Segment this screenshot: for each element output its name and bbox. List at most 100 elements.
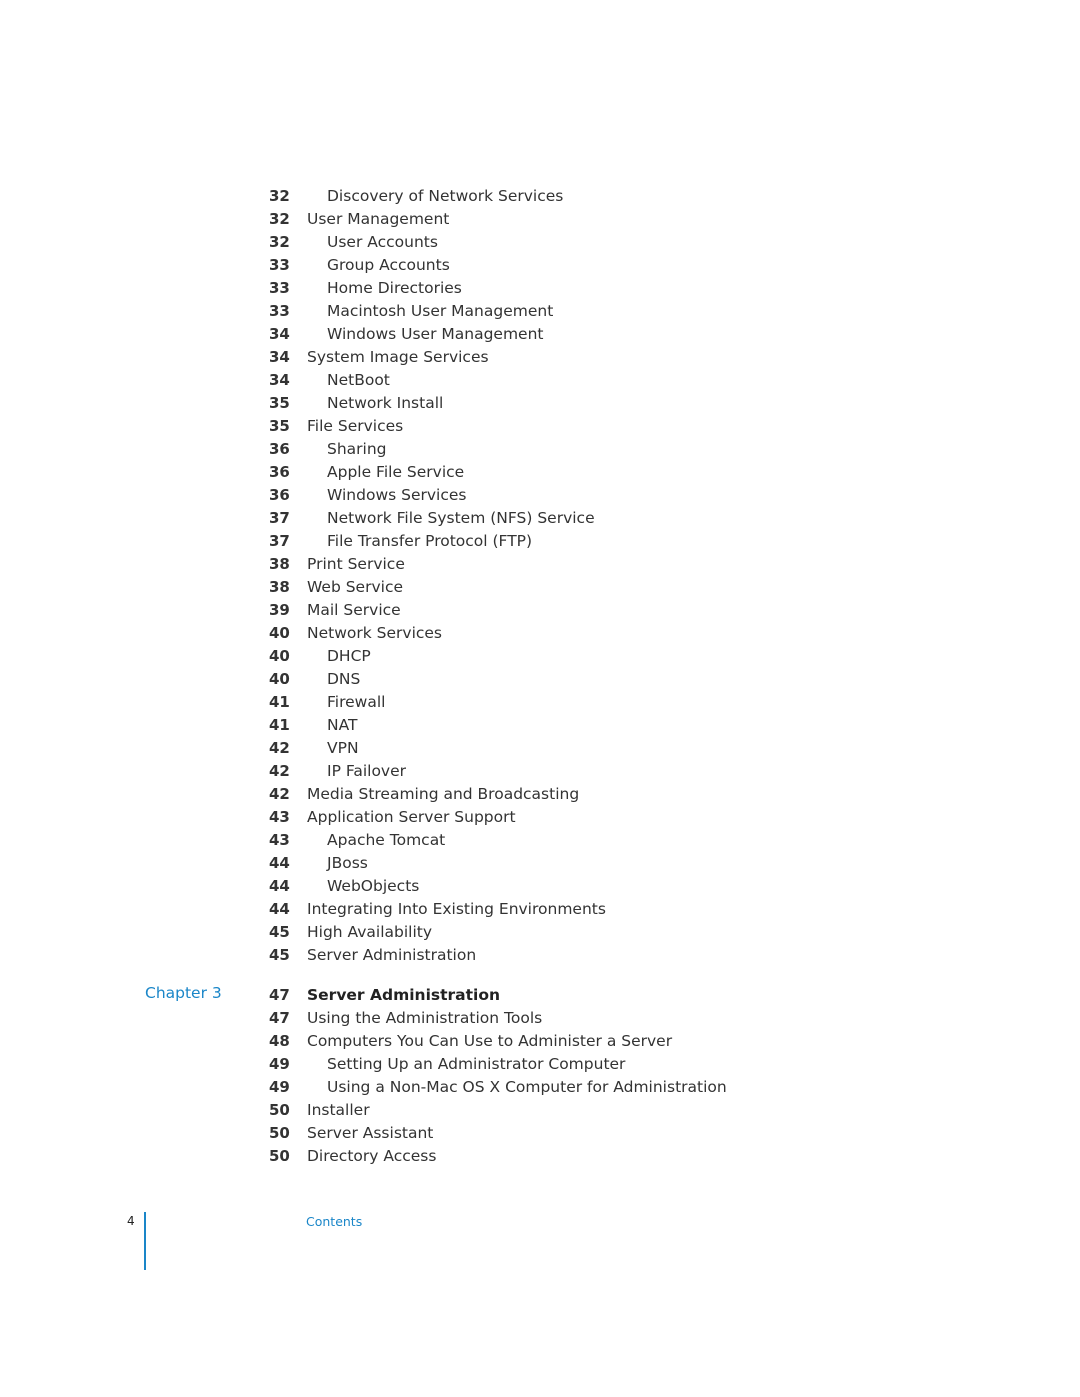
toc-page-number: 50 (269, 1101, 290, 1119)
toc-entry[interactable]: 34 Windows User Management (269, 323, 789, 346)
toc-entry-title: Media Streaming and Broadcasting (307, 785, 580, 803)
toc-entry[interactable]: 42 IP Failover (269, 760, 789, 783)
table-of-contents: 32 Discovery of Network Services 32 User Ma… (269, 185, 789, 1168)
toc-entry-title: Network Install (327, 394, 444, 412)
toc-page-number: 44 (269, 900, 290, 918)
toc-entry-title: System Image Services (307, 348, 489, 366)
toc-entry-title: VPN (327, 739, 359, 757)
toc-page-number: 42 (269, 739, 290, 757)
toc-page-number: 39 (269, 601, 290, 619)
toc-entry[interactable]: 33 Macintosh User Management (269, 300, 789, 323)
toc-entry[interactable]: 41 Firewall (269, 691, 789, 714)
footer-page-number: 4 (127, 1214, 135, 1228)
toc-entry[interactable]: 49 Using a Non-Mac OS X Computer for Admi… (269, 1076, 789, 1099)
toc-page-number: 43 (269, 831, 290, 849)
toc-page-number: 33 (269, 256, 290, 274)
toc-page-number: 37 (269, 509, 290, 527)
toc-entry[interactable]: 32 Discovery of Network Services (269, 185, 789, 208)
toc-entry[interactable]: 39 Mail Service (269, 599, 789, 622)
toc-entry-title: Server Administration (307, 986, 501, 1004)
toc-entry[interactable]: 34 NetBoot (269, 369, 789, 392)
toc-entry-title: Using a Non-Mac OS X Computer for Admini… (327, 1078, 727, 1096)
toc-page-number: 34 (269, 348, 290, 366)
toc-entry-title: Windows User Management (327, 325, 544, 343)
toc-page-number: 50 (269, 1147, 290, 1165)
toc-chapter-entry[interactable]: 47 Server Administration (269, 984, 789, 1007)
toc-entry-title: WebObjects (327, 877, 420, 895)
toc-page-number: 35 (269, 394, 290, 412)
toc-entry-title: Application Server Support (307, 808, 516, 826)
toc-entry[interactable]: 40 Network Services (269, 622, 789, 645)
toc-entry-title: DHCP (327, 647, 371, 665)
toc-entry[interactable]: 33 Group Accounts (269, 254, 789, 277)
footer-divider (144, 1212, 146, 1270)
toc-entry-title: Mail Service (307, 601, 401, 619)
toc-entry[interactable]: 33 Home Directories (269, 277, 789, 300)
toc-page-number: 40 (269, 647, 290, 665)
toc-entry[interactable]: 34 System Image Services (269, 346, 789, 369)
toc-entry[interactable]: 32 User Management (269, 208, 789, 231)
toc-entry-title: File Services (307, 417, 404, 435)
toc-entry[interactable]: 50 Server Assistant (269, 1122, 789, 1145)
toc-page-number: 32 (269, 210, 290, 228)
toc-page-number: 45 (269, 946, 290, 964)
toc-entry[interactable]: 32 User Accounts (269, 231, 789, 254)
toc-entry[interactable]: 42 VPN (269, 737, 789, 760)
toc-entry[interactable]: 37 File Transfer Protocol (FTP) (269, 530, 789, 553)
toc-entry[interactable]: 35 File Services (269, 415, 789, 438)
toc-entry-title: Using the Administration Tools (307, 1009, 543, 1027)
toc-page-number: 48 (269, 1032, 290, 1050)
toc-entry[interactable]: 45 Server Administration (269, 944, 789, 967)
toc-entry-title: Network Services (307, 624, 443, 642)
toc-entry[interactable]: 44 Integrating Into Existing Environments (269, 898, 789, 921)
toc-page-number: 36 (269, 463, 290, 481)
toc-page-number: 40 (269, 624, 290, 642)
toc-entry-title: Network File System (NFS) Service (327, 509, 595, 527)
toc-entry-title: Integrating Into Existing Environments (307, 900, 606, 918)
toc-page-number: 33 (269, 302, 290, 320)
toc-entry[interactable]: 50 Installer (269, 1099, 789, 1122)
toc-entry[interactable]: 47 Using the Administration Tools (269, 1007, 789, 1030)
toc-entry[interactable]: 44 WebObjects (269, 875, 789, 898)
toc-entry-title: Computers You Can Use to Administer a Se… (307, 1032, 673, 1050)
toc-entry[interactable]: 36 Windows Services (269, 484, 789, 507)
toc-entry-title: Installer (307, 1101, 370, 1119)
toc-entry-title: User Accounts (327, 233, 438, 251)
toc-entry[interactable]: 38 Print Service (269, 553, 789, 576)
toc-entry[interactable]: 40 DHCP (269, 645, 789, 668)
toc-page-number: 47 (269, 986, 290, 1004)
toc-entry-title: Apple File Service (327, 463, 465, 481)
toc-entry[interactable]: 41 NAT (269, 714, 789, 737)
toc-entry-title: NetBoot (327, 371, 390, 389)
toc-entry[interactable]: 43 Apache Tomcat (269, 829, 789, 852)
toc-entry-title: Sharing (327, 440, 387, 458)
toc-entry[interactable]: 44 JBoss (269, 852, 789, 875)
toc-entry-title: Macintosh User Management (327, 302, 554, 320)
toc-entry[interactable]: 36 Sharing (269, 438, 789, 461)
toc-entry-title: Firewall (327, 693, 386, 711)
toc-page-number: 47 (269, 1009, 290, 1027)
toc-entry[interactable]: 48 Computers You Can Use to Administer a … (269, 1030, 789, 1053)
toc-entry[interactable]: 45 High Availability (269, 921, 789, 944)
toc-page-number: 41 (269, 693, 290, 711)
toc-page-number: 42 (269, 762, 290, 780)
toc-entry[interactable]: 42 Media Streaming and Broadcasting (269, 783, 789, 806)
toc-entry-title: Setting Up an Administrator Computer (327, 1055, 626, 1073)
toc-entry[interactable]: 43 Application Server Support (269, 806, 789, 829)
toc-entry[interactable]: 49 Setting Up an Administrator Computer (269, 1053, 789, 1076)
toc-page-number: 40 (269, 670, 290, 688)
toc-entry[interactable]: 36 Apple File Service (269, 461, 789, 484)
chapter-gap (269, 967, 789, 984)
toc-entry-title: High Availability (307, 923, 433, 941)
toc-page-number: 42 (269, 785, 290, 803)
toc-page-number: 36 (269, 486, 290, 504)
footer-section-label: Contents (306, 1214, 363, 1229)
toc-page-number: 49 (269, 1078, 290, 1096)
toc-entry[interactable]: 37 Network File System (NFS) Service (269, 507, 789, 530)
toc-entry-title: File Transfer Protocol (FTP) (327, 532, 533, 550)
toc-entry[interactable]: 50 Directory Access (269, 1145, 789, 1168)
toc-entry[interactable]: 38 Web Service (269, 576, 789, 599)
toc-page-number: 34 (269, 325, 290, 343)
toc-entry[interactable]: 40 DNS (269, 668, 789, 691)
toc-entry[interactable]: 35 Network Install (269, 392, 789, 415)
